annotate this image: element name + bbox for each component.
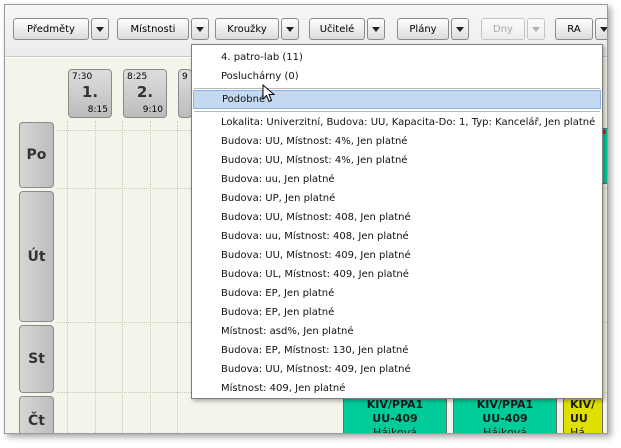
teacher-name: Hájková [482,426,528,434]
chevron-down-icon [96,26,104,32]
teacher-name: Há [570,426,586,434]
menu-item[interactable]: Budova: UU, Místnost: 409, Jen platné [193,246,601,265]
grid-line [67,121,68,433]
menu-item[interactable]: 4. patro-lab (11) [193,48,601,67]
menu-item-similar[interactable]: Podobné [193,90,601,109]
menu-item[interactable]: Budova: UP, Jen platné [193,189,601,208]
subjects-button[interactable]: Předměty [13,18,89,40]
ra-button[interactable]: RA [555,18,593,40]
plans-dropdown-button[interactable] [451,18,469,40]
course-code: KIV/PPA1 [366,398,424,411]
grid-line [177,121,178,433]
menu-separator [194,111,600,112]
ra-dropdown-button[interactable] [595,18,607,40]
schedule-cell[interactable]: KIV/ UU Há [563,395,603,434]
schedule-cell[interactable]: KIV/PPA1 UU-409 Hájková [453,395,557,434]
menu-item[interactable]: Budova: UU, Místnost: 408, Jen platné [193,208,601,227]
room-label: UU-409 [372,412,418,425]
subjects-dropdown-button[interactable] [91,18,109,40]
menu-item[interactable]: Budova: uu, Jen platné [193,170,601,189]
day-header-po[interactable]: Po [19,122,54,188]
teachers-dropdown-button[interactable] [367,18,385,40]
room-label: UU-409 [482,412,528,425]
grid-line [95,121,96,433]
day-header-ut[interactable]: Út [19,191,54,322]
chevron-down-icon [456,26,464,32]
timetable-window: Předměty Místnosti Kroužky Učitelé Plány… [4,4,608,434]
menu-item[interactable]: Místnost: 409, Jen platné [193,379,601,398]
hour-start: 8:25 [127,72,148,82]
hour-end: 8:15 [87,105,108,115]
menu-item[interactable]: Budova: UU, Místnost: 4%, Jen platné [193,132,601,151]
days-button[interactable]: Dny [481,18,525,40]
menu-separator [194,88,600,89]
hour-header[interactable]: 9 [178,69,192,118]
menu-item[interactable]: Posluchárny (0) [193,67,601,86]
chevron-down-icon [600,26,607,32]
grid-line [150,121,151,433]
hour-start: 9 [182,72,188,82]
menu-item[interactable]: Lokalita: Univerzitní, Budova: UU, Kapac… [193,113,601,132]
chevron-down-icon [372,26,380,32]
room-label: UU [570,412,588,425]
hour-number: 1. [81,83,99,101]
hour-number: 2. [136,83,154,101]
menu-item[interactable]: Místnost: asd%, Jen platné [193,322,601,341]
schedule-cell[interactable]: KIV/PPA1 UU-409 Hájková [343,395,447,434]
menu-item[interactable]: Budova: EP, Místnost: 130, Jen platné [193,341,601,360]
groups-button[interactable]: Kroužky [215,18,279,40]
teachers-button[interactable]: Učitelé [309,18,365,40]
menu-item[interactable]: Budova: EP, Jen platné [193,303,601,322]
chevron-down-icon [286,26,294,32]
course-code: KIV/ [570,398,596,411]
menu-item[interactable]: Budova: UU, Místnost: 4%, Jen platné [193,151,601,170]
groups-dropdown-button[interactable] [281,18,299,40]
hour-end: 9:10 [142,105,163,115]
rooms-dropdown-menu: 4. patro-lab (11) Posluchárny (0) Podobn… [191,44,603,399]
hour-header[interactable]: 7:30 1. 8:15 [68,69,112,118]
menu-item[interactable]: Budova: uu, Místnost: 408, Jen platné [193,227,601,246]
menu-item[interactable]: Budova: UU, Místnost: 409, Jen platné [193,360,601,379]
rooms-button[interactable]: Místnosti [117,18,189,40]
rooms-dropdown-button[interactable] [191,18,209,40]
grid-line [122,121,123,433]
hour-header[interactable]: 8:25 2. 9:10 [123,69,167,118]
course-code: KIV/PPA1 [476,398,534,411]
days-dropdown-button[interactable] [527,18,545,40]
mouse-cursor-icon [262,84,276,103]
day-header-ct[interactable]: Čt [19,396,54,433]
menu-item[interactable]: Budova: UL, Místnost: 409, Jen platné [193,265,601,284]
plans-button[interactable]: Plány [397,18,449,40]
hour-start: 7:30 [72,72,93,82]
chevron-down-icon [532,26,540,32]
day-header-st[interactable]: St [19,325,54,393]
menu-item[interactable]: Budova: EP, Jen platné [193,284,601,303]
teacher-name: Hájková [372,426,418,434]
chevron-down-icon [196,26,204,32]
